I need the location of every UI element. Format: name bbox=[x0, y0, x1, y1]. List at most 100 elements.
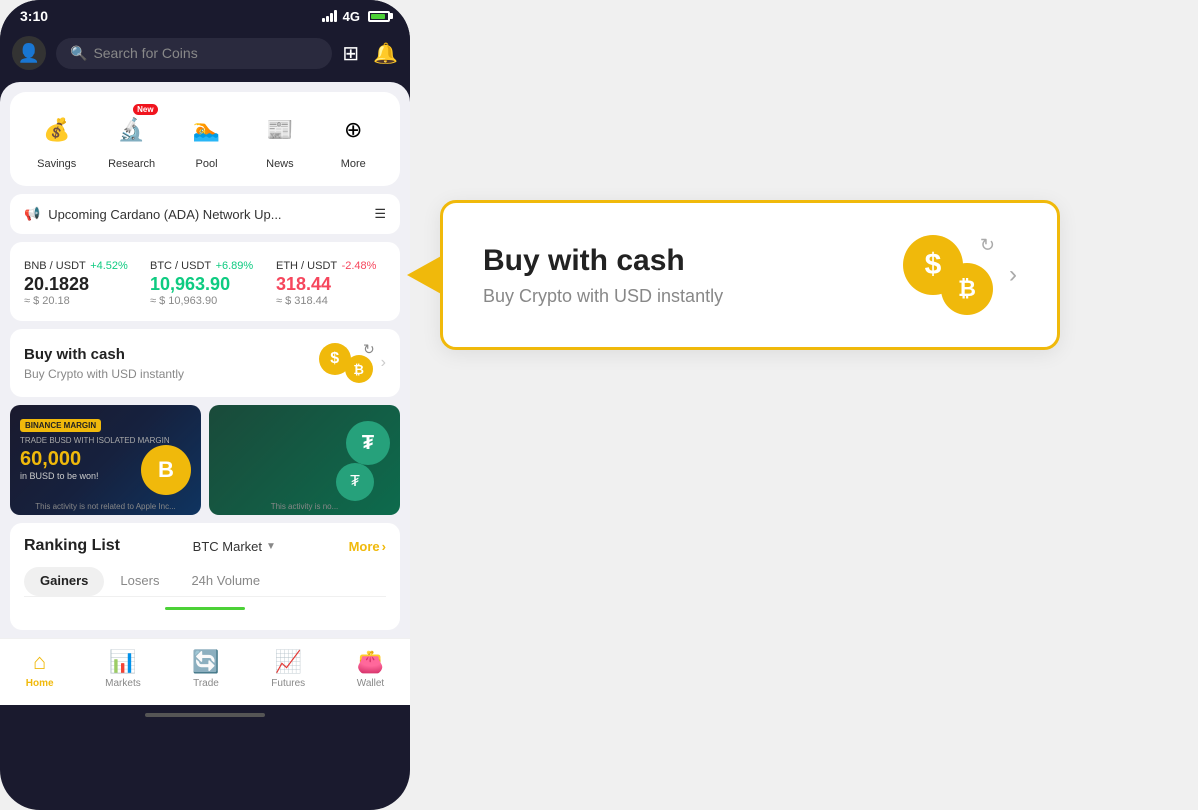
callout-title: Buy with cash bbox=[483, 244, 723, 278]
bnb-pair: BNB / USDT bbox=[24, 260, 86, 272]
tether-disclaimer: This activity is no... bbox=[209, 502, 400, 511]
buy-cash-card[interactable]: Buy with cash Buy Crypto with USD instan… bbox=[10, 329, 400, 397]
callout-dollar-coin: $ bbox=[903, 235, 963, 295]
tab-24h-volume[interactable]: 24h Volume bbox=[175, 567, 276, 596]
callout-refresh-icon: ↻ bbox=[980, 235, 995, 256]
status-bar: 3:10 4G bbox=[0, 0, 410, 28]
qa-more[interactable]: ⊕ More bbox=[331, 108, 375, 170]
chevron-right-icon: › bbox=[381, 354, 386, 372]
time-display: 3:10 bbox=[20, 8, 48, 24]
notification-icon[interactable]: 🔔 bbox=[373, 41, 398, 66]
trade-icon: 🔄 bbox=[192, 649, 219, 675]
qa-pool[interactable]: 🏊 Pool bbox=[185, 108, 229, 170]
wallet-label: Wallet bbox=[357, 678, 384, 689]
scan-icon[interactable]: ⊞ bbox=[342, 41, 359, 66]
ranking-filter[interactable]: BTC Market ▼ bbox=[193, 539, 276, 554]
more-link-arrow: › bbox=[382, 539, 386, 554]
price-ticker: BNB / USDT +4.52% 20.1828 ≈ $ 20.18 BTC … bbox=[10, 242, 400, 321]
ticker-bnb[interactable]: BNB / USDT +4.52% 20.1828 ≈ $ 20.18 bbox=[24, 256, 134, 307]
ticker-btc[interactable]: BTC / USDT +6.89% 10,963.90 ≈ $ 10,963.9… bbox=[150, 256, 260, 307]
list-icon: ☰ bbox=[374, 206, 386, 222]
nav-futures[interactable]: 📈 Futures bbox=[271, 649, 305, 689]
callout-text: Buy with cash Buy Crypto with USD instan… bbox=[483, 244, 723, 307]
ranking-title: Ranking List bbox=[24, 537, 120, 555]
ticker-row: BNB / USDT +4.52% 20.1828 ≈ $ 20.18 BTC … bbox=[24, 256, 386, 307]
ranking-tabs: Gainers Losers 24h Volume bbox=[24, 567, 386, 597]
quick-actions: 💰 Savings 🔬 New Research 🏊 Pool 📰 bbox=[10, 92, 400, 186]
callout-arrow bbox=[407, 255, 443, 295]
savings-icon: 💰 bbox=[43, 117, 70, 143]
bnb-price: 20.1828 bbox=[24, 274, 134, 295]
callout-coins: $ ₿ ↻ bbox=[903, 235, 993, 315]
network-label: 4G bbox=[343, 9, 360, 24]
trade-label: Trade bbox=[193, 678, 219, 689]
bnb-usd: ≈ $ 20.18 bbox=[24, 295, 134, 307]
bottom-nav: ⌂ Home 📊 Markets 🔄 Trade 📈 Futures 👛 Wal… bbox=[0, 638, 410, 705]
research-icon: 🔬 bbox=[118, 117, 145, 143]
btc-change: +6.89% bbox=[216, 260, 254, 272]
tether-banner[interactable]: ₮ ₮ This activity is no... bbox=[209, 405, 400, 515]
margin-banner[interactable]: BINANCE MARGIN TRADE BUSD WITH ISOLATED … bbox=[10, 405, 201, 515]
signal-icon bbox=[322, 10, 337, 22]
btc-pair: BTC / USDT bbox=[150, 260, 211, 272]
search-placeholder: Search for Coins bbox=[93, 45, 197, 61]
more-icon: ⊕ bbox=[344, 117, 362, 143]
markets-icon: 📊 bbox=[109, 649, 136, 675]
banner-sublabel: TRADE BUSD WITH ISOLATED MARGIN bbox=[20, 436, 191, 445]
qa-research[interactable]: 🔬 New Research bbox=[108, 108, 155, 170]
nav-markets[interactable]: 📊 Markets bbox=[105, 649, 141, 689]
dollar-coin: $ bbox=[319, 343, 351, 375]
announcement-icon: 📢 bbox=[24, 206, 40, 222]
phone-frame: 3:10 4G 👤 🔍 Search for Coins ⊞ 🔔 bbox=[0, 0, 410, 810]
search-bar[interactable]: 🔍 Search for Coins bbox=[56, 38, 332, 69]
battery-fill bbox=[371, 14, 385, 19]
nav-home[interactable]: ⌂ Home bbox=[26, 649, 54, 689]
markets-label: Markets bbox=[105, 678, 141, 689]
qa-pool-label: Pool bbox=[196, 158, 218, 170]
qa-news[interactable]: 📰 News bbox=[258, 108, 302, 170]
callout-right: $ ₿ ↻ › bbox=[903, 235, 1017, 315]
news-icon: 📰 bbox=[266, 117, 293, 143]
qa-more-label: More bbox=[341, 158, 366, 170]
qa-news-label: News bbox=[266, 158, 294, 170]
announcement-bar[interactable]: 📢 Upcoming Cardano (ADA) Network Up... ☰ bbox=[10, 194, 400, 234]
qa-research-label: Research bbox=[108, 158, 155, 170]
buy-cash-title: Buy with cash bbox=[24, 346, 184, 363]
tether-coin-2: ₮ bbox=[336, 463, 374, 501]
new-badge: New bbox=[133, 104, 157, 115]
banner-disclaimer: This activity is not related to Apple In… bbox=[10, 502, 201, 511]
avatar[interactable]: 👤 bbox=[12, 36, 46, 70]
home-icon: ⌂ bbox=[33, 649, 46, 675]
busd-coin: B bbox=[141, 445, 191, 495]
eth-change: -2.48% bbox=[342, 260, 377, 272]
tab-losers[interactable]: Losers bbox=[104, 567, 175, 596]
qa-savings-label: Savings bbox=[37, 158, 76, 170]
status-right: 4G bbox=[322, 9, 390, 24]
more-link[interactable]: More › bbox=[349, 539, 386, 554]
bnb-change: +4.52% bbox=[90, 260, 128, 272]
callout-subtitle: Buy Crypto with USD instantly bbox=[483, 286, 723, 307]
home-label: Home bbox=[26, 678, 54, 689]
buy-cash-subtitle: Buy Crypto with USD instantly bbox=[24, 367, 184, 381]
ticker-eth[interactable]: ETH / USDT -2.48% 318.44 ≈ $ 318.44 bbox=[276, 256, 386, 307]
nav-wallet[interactable]: 👛 Wallet bbox=[357, 649, 384, 689]
filter-arrow-icon: ▼ bbox=[266, 541, 276, 552]
tab-gainers[interactable]: Gainers bbox=[24, 567, 104, 596]
btc-price: 10,963.90 bbox=[150, 274, 260, 295]
qa-savings[interactable]: 💰 Savings bbox=[35, 108, 79, 170]
top-icons: ⊞ 🔔 bbox=[342, 41, 398, 66]
eth-price: 318.44 bbox=[276, 274, 386, 295]
futures-icon: 📈 bbox=[275, 649, 302, 675]
futures-label: Futures bbox=[271, 678, 305, 689]
announcement-text: Upcoming Cardano (ADA) Network Up... bbox=[48, 207, 281, 222]
home-bar bbox=[145, 713, 265, 717]
banner-brand: BINANCE MARGIN bbox=[20, 419, 101, 432]
eth-usd: ≈ $ 318.44 bbox=[276, 295, 386, 307]
nav-trade[interactable]: 🔄 Trade bbox=[192, 649, 219, 689]
ranking-section: Ranking List BTC Market ▼ More › Gainers… bbox=[10, 523, 400, 630]
home-indicator bbox=[0, 705, 410, 725]
search-icon: 🔍 bbox=[70, 45, 87, 62]
callout-chevron-icon: › bbox=[1009, 261, 1017, 289]
coin-icons: $ ₿ ↻ bbox=[319, 343, 373, 383]
phone-content: 💰 Savings 🔬 New Research 🏊 Pool 📰 bbox=[0, 82, 410, 638]
